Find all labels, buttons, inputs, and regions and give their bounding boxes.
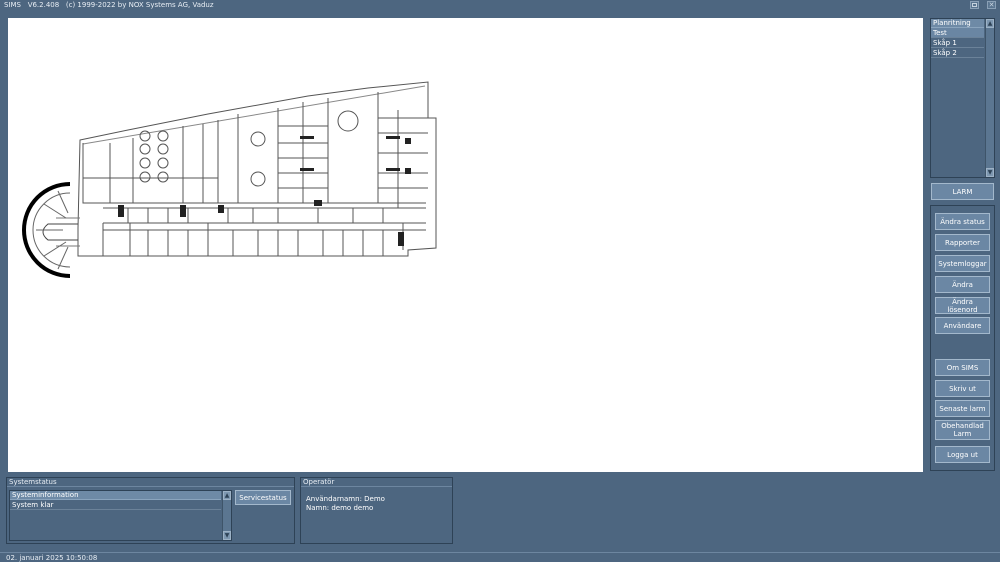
operator-name: Namn: demo demo bbox=[306, 504, 374, 512]
floorplan-item-skap-2[interactable]: Skåp 2 bbox=[931, 48, 984, 58]
scroll-down-arrow-icon[interactable]: ▼ bbox=[223, 531, 231, 540]
operator-title: Operatör bbox=[301, 478, 452, 487]
system-status-title: Systemstatus bbox=[7, 478, 294, 487]
restore-icon bbox=[972, 3, 977, 7]
users-button[interactable]: Användare bbox=[935, 317, 990, 334]
app-version: V6.2.408 bbox=[27, 1, 60, 9]
scroll-up-arrow-icon[interactable]: ▲ bbox=[986, 19, 994, 28]
operator-username: Användarnamn: Demo bbox=[306, 495, 385, 503]
change-status-button[interactable]: Ändra status bbox=[935, 213, 990, 230]
service-status-button[interactable]: Servicestatus bbox=[235, 490, 291, 505]
scroll-down-arrow-icon[interactable]: ▼ bbox=[986, 168, 994, 177]
floorplan-item-skap-1[interactable]: Skåp 1 bbox=[931, 38, 984, 48]
system-info-list[interactable]: Systeminformation System klar ▲ ▼ bbox=[9, 490, 232, 541]
unhandled-alarm-button[interactable]: Obehandlad Larm bbox=[935, 420, 990, 440]
floorplan-list-header: Planritning bbox=[931, 19, 984, 28]
close-window-button[interactable]: ✕ bbox=[987, 1, 996, 9]
system-info-header: Systeminformation bbox=[10, 491, 221, 500]
operator-group: Operatör Användarnamn: Demo Namn: demo d… bbox=[300, 477, 453, 544]
scroll-up-arrow-icon[interactable]: ▲ bbox=[223, 491, 231, 500]
floorplan-drawing bbox=[22, 81, 437, 278]
system-info-scrollbar[interactable]: ▲ ▼ bbox=[222, 491, 231, 540]
floorplan-item-test[interactable]: Test bbox=[931, 28, 984, 38]
floorplan-list[interactable]: Planritning Test Skåp 1 Skåp 2 ▲ ▼ bbox=[930, 18, 995, 178]
system-logs-button[interactable]: Systemloggar bbox=[935, 255, 990, 272]
print-button[interactable]: Skriv ut bbox=[935, 380, 990, 397]
status-datetime: 02. januari 2025 10:50:08 bbox=[6, 554, 98, 562]
restore-window-button[interactable] bbox=[970, 1, 979, 9]
status-bar: 02. januari 2025 10:50:08 bbox=[0, 552, 1000, 562]
floorplan-canvas[interactable] bbox=[8, 18, 923, 472]
change-password-button[interactable]: Ändra lösenord bbox=[935, 297, 990, 314]
action-panel: Ändra status Rapporter Systemloggar Ändr… bbox=[930, 205, 995, 471]
logout-button[interactable]: Logga ut bbox=[935, 446, 990, 463]
app-copyright: (c) 1999-2022 by NOX Systems AG, Vaduz bbox=[65, 1, 214, 9]
app-name: SIMS bbox=[4, 1, 21, 9]
title-bar: SIMS V6.2.408 (c) 1999-2022 by NOX Syste… bbox=[0, 0, 1000, 11]
about-button[interactable]: Om SIMS bbox=[935, 359, 990, 376]
change-button[interactable]: Ändra bbox=[935, 276, 990, 293]
floorplan-scrollbar[interactable]: ▲ ▼ bbox=[985, 19, 994, 177]
reports-button[interactable]: Rapporter bbox=[935, 234, 990, 251]
latest-alarm-button[interactable]: Senaste larm bbox=[935, 400, 990, 417]
alarm-button[interactable]: LARM bbox=[931, 183, 994, 200]
system-info-item[interactable]: System klar bbox=[10, 500, 221, 510]
system-status-group: Systemstatus Systeminformation System kl… bbox=[6, 477, 295, 544]
close-icon: ✕ bbox=[988, 1, 995, 9]
